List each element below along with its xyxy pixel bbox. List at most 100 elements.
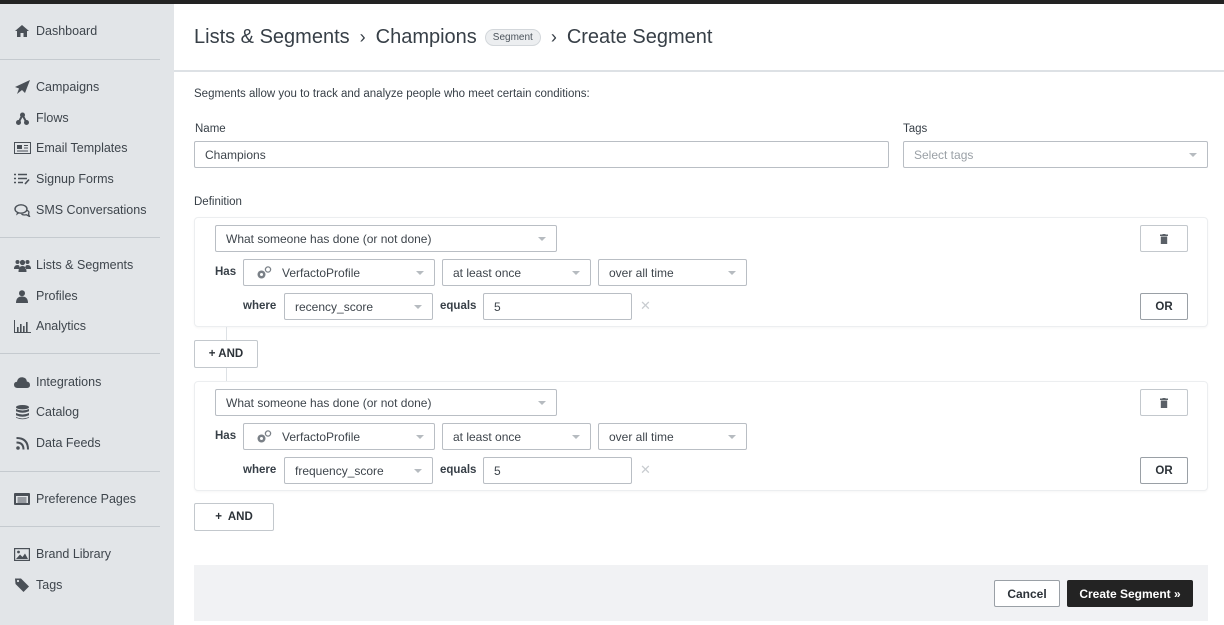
gear-icon bbox=[257, 430, 272, 443]
sidebar-item-dashboard[interactable]: Dashboard bbox=[13, 21, 97, 41]
sidebar-item-tags[interactable]: Tags bbox=[13, 575, 62, 595]
property-value: recency_score bbox=[295, 299, 374, 314]
frequency-select[interactable]: at least once bbox=[442, 259, 591, 286]
where-label: where bbox=[243, 300, 277, 312]
timeframe-value: over all time bbox=[609, 265, 674, 280]
sidebar-divider bbox=[0, 59, 160, 60]
breadcrumb-separator: › bbox=[359, 26, 366, 47]
gear-icon bbox=[257, 266, 272, 279]
where-label: where bbox=[243, 464, 277, 476]
sidebar-item-campaigns[interactable]: Campaigns bbox=[13, 77, 99, 97]
trash-icon bbox=[1160, 233, 1168, 244]
sidebar-item-preference-pages[interactable]: Preference Pages bbox=[13, 489, 136, 509]
intro-text: Segments allow you to track and analyze … bbox=[194, 88, 590, 100]
sidebar: Dashboard Campaigns Flows Email Template… bbox=[0, 4, 174, 625]
value-input-value: 5 bbox=[494, 463, 501, 478]
users-icon bbox=[13, 257, 31, 273]
property-value: frequency_score bbox=[295, 463, 384, 478]
value-input[interactable]: 5 bbox=[483, 457, 632, 484]
tag-icon bbox=[13, 577, 31, 593]
page-title: Create Segment bbox=[566, 25, 713, 48]
chevron-down-icon bbox=[572, 435, 580, 439]
sidebar-item-email-templates[interactable]: Email Templates bbox=[13, 138, 127, 158]
or-button[interactable]: OR bbox=[1140, 293, 1188, 320]
condition-type-value: What someone has done (or not done) bbox=[226, 231, 432, 246]
delete-condition-button[interactable] bbox=[1140, 225, 1188, 252]
rss-icon bbox=[13, 435, 31, 451]
frequency-select[interactable]: at least once bbox=[442, 423, 591, 450]
sidebar-divider bbox=[0, 526, 160, 527]
metric-value: VerfactoProfile bbox=[282, 265, 361, 280]
sidebar-item-data-feeds[interactable]: Data Feeds bbox=[13, 433, 101, 453]
sidebar-item-lists-segments[interactable]: Lists & Segments bbox=[13, 255, 133, 275]
operator-label: equals bbox=[440, 464, 477, 476]
sidebar-item-integrations[interactable]: Integrations bbox=[13, 372, 101, 392]
flow-icon bbox=[13, 110, 31, 126]
and-connector-line bbox=[226, 368, 227, 381]
property-select[interactable]: recency_score bbox=[284, 293, 433, 320]
condition-type-value: What someone has done (or not done) bbox=[226, 395, 432, 410]
chevron-down-icon bbox=[538, 401, 546, 405]
name-input[interactable]: Champions bbox=[194, 141, 889, 168]
breadcrumb-lists-segments[interactable]: Lists & Segments bbox=[194, 26, 350, 49]
timeframe-select[interactable]: over all time bbox=[598, 259, 747, 286]
database-icon bbox=[13, 404, 31, 420]
metric-select[interactable]: VerfactoProfile bbox=[243, 423, 435, 450]
value-input[interactable]: 5 bbox=[483, 293, 632, 320]
sidebar-item-analytics[interactable]: Analytics bbox=[13, 316, 86, 336]
tags-placeholder: Select tags bbox=[914, 147, 974, 162]
frequency-value: at least once bbox=[453, 265, 522, 280]
sidebar-item-brand-library[interactable]: Brand Library bbox=[13, 544, 111, 564]
add-and-condition-button[interactable]: + AND bbox=[194, 503, 274, 531]
sidebar-item-catalog[interactable]: Catalog bbox=[13, 402, 79, 422]
main-content: Lists & Segments › Champions Segment › C… bbox=[174, 4, 1224, 625]
sidebar-item-profiles[interactable]: Profiles bbox=[13, 286, 78, 306]
email-template-icon bbox=[13, 140, 31, 156]
segment-badge: Segment bbox=[484, 28, 541, 46]
metric-value: VerfactoProfile bbox=[282, 429, 361, 444]
bar-chart-icon bbox=[13, 318, 31, 334]
sidebar-item-sms-conversations[interactable]: SMS Conversations bbox=[13, 200, 146, 220]
clear-icon[interactable]: ✕ bbox=[640, 298, 651, 314]
breadcrumb-separator: › bbox=[550, 26, 557, 47]
chevron-down-icon bbox=[416, 435, 424, 439]
sidebar-item-flows[interactable]: Flows bbox=[13, 108, 69, 128]
chat-bubbles-icon bbox=[13, 202, 31, 218]
or-button[interactable]: OR bbox=[1140, 457, 1188, 484]
value-input-value: 5 bbox=[494, 299, 501, 314]
chevron-down-icon bbox=[572, 271, 580, 275]
definition-label: Definition bbox=[194, 196, 242, 208]
cloud-icon bbox=[13, 374, 31, 390]
sidebar-divider bbox=[0, 237, 160, 238]
tags-select[interactable]: Select tags bbox=[903, 141, 1208, 168]
chevron-down-icon bbox=[538, 237, 546, 241]
chevron-down-icon bbox=[414, 469, 422, 473]
frequency-value: at least once bbox=[453, 429, 522, 444]
sidebar-item-signup-forms[interactable]: Signup Forms bbox=[13, 169, 114, 189]
home-icon bbox=[13, 23, 31, 39]
preference-page-icon bbox=[13, 491, 31, 507]
condition-type-select[interactable]: What someone has done (or not done) bbox=[215, 389, 557, 416]
create-segment-button[interactable]: Create Segment » bbox=[1067, 580, 1193, 607]
metric-select[interactable]: VerfactoProfile bbox=[243, 259, 435, 286]
paper-plane-icon bbox=[13, 79, 31, 95]
chevron-down-icon bbox=[414, 305, 422, 309]
form-footer: Cancel Create Segment » bbox=[194, 565, 1208, 621]
condition-type-select[interactable]: What someone has done (or not done) bbox=[215, 225, 557, 252]
timeframe-select[interactable]: over all time bbox=[598, 423, 747, 450]
has-label: Has bbox=[215, 266, 237, 278]
breadcrumb-champions[interactable]: Champions bbox=[376, 26, 477, 49]
add-and-condition-button[interactable]: + AND bbox=[194, 340, 258, 368]
chevron-down-icon bbox=[728, 435, 736, 439]
property-select[interactable]: frequency_score bbox=[284, 457, 433, 484]
has-label: Has bbox=[215, 430, 237, 442]
cancel-button[interactable]: Cancel bbox=[994, 580, 1060, 607]
chevron-down-icon bbox=[728, 271, 736, 275]
delete-condition-button[interactable] bbox=[1140, 389, 1188, 416]
chevron-down-icon bbox=[1189, 153, 1197, 157]
condition-card: What someone has done (or not done) Has … bbox=[194, 217, 1208, 327]
timeframe-value: over all time bbox=[609, 429, 674, 444]
clear-icon[interactable]: ✕ bbox=[640, 462, 651, 478]
trash-icon bbox=[1160, 397, 1168, 408]
tags-label: Tags bbox=[903, 123, 928, 135]
